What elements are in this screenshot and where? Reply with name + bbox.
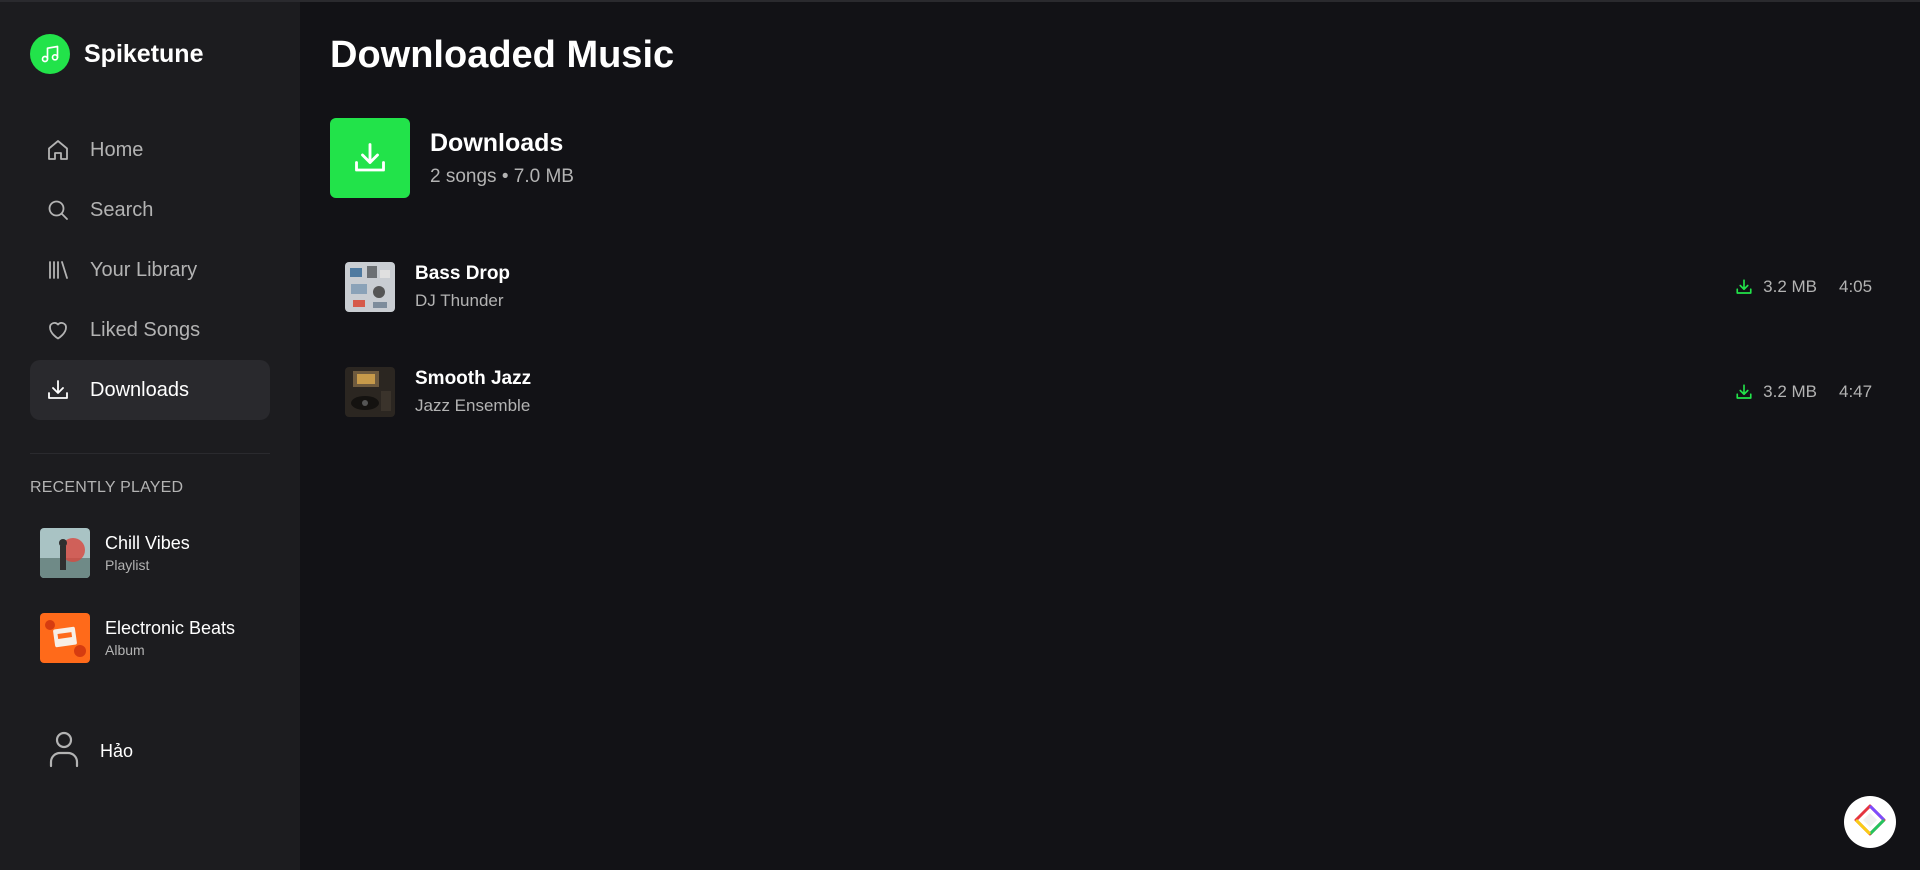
downloaded-icon <box>1735 383 1753 401</box>
sidebar-divider <box>30 453 270 454</box>
recently-played-list: Chill Vibes Playlist Electronic Beats Al… <box>40 528 270 698</box>
recent-item-chill-vibes[interactable]: Chill Vibes Playlist <box>40 528 270 578</box>
track-cover-image <box>345 366 395 417</box>
track-title: Bass Drop <box>415 262 511 284</box>
user-profile[interactable]: Hảo <box>48 730 133 773</box>
home-icon <box>46 138 70 162</box>
brand-name: Spiketune <box>84 39 204 68</box>
search-icon <box>46 198 70 222</box>
track-row-bass-drop[interactable]: Bass Drop DJ Thunder 3.2 MB 4:05 <box>330 234 1890 339</box>
downloaded-icon <box>1735 278 1753 296</box>
sidebar-item-liked-songs[interactable]: Liked Songs <box>30 300 270 360</box>
sidebar-item-label: Search <box>90 198 154 221</box>
sidebar-item-library[interactable]: Your Library <box>30 240 270 300</box>
recent-item-type: Playlist <box>105 557 150 573</box>
sidebar: Spiketune Home Search Your Library Liked… <box>0 2 300 870</box>
library-icon <box>46 258 70 282</box>
collection-title: Downloads <box>430 128 564 157</box>
downloads-header: Downloads 2 songs • 7.0 MB <box>330 118 574 198</box>
track-list: Bass Drop DJ Thunder 3.2 MB 4:05 Smooth … <box>330 234 1890 444</box>
diamond-logo-icon <box>1854 804 1886 841</box>
track-row-smooth-jazz[interactable]: Smooth Jazz Jazz Ensemble 3.2 MB 4:47 <box>330 339 1890 444</box>
recently-played-heading: RECENTLY PLAYED <box>30 479 184 496</box>
user-name: Hảo <box>100 741 134 761</box>
recent-item-title: Chill Vibes <box>105 533 190 553</box>
page-title: Downloaded Music <box>330 34 675 76</box>
sidebar-item-label: Your Library <box>90 258 198 281</box>
playlist-cover-image <box>40 528 90 578</box>
sidebar-item-downloads[interactable]: Downloads <box>30 360 270 420</box>
recent-item-electronic-beats[interactable]: Electronic Beats Album <box>40 613 270 663</box>
track-size: 3.2 MB <box>1763 276 1817 296</box>
recent-item-title: Electronic Beats <box>105 618 236 638</box>
track-duration: 4:05 <box>1839 276 1873 296</box>
heart-icon <box>46 318 70 342</box>
sidebar-nav: Home Search Your Library Liked Songs Dow… <box>30 120 270 420</box>
download-icon <box>330 118 410 198</box>
track-title: Smooth Jazz <box>415 367 532 389</box>
track-artist: Jazz Ensemble <box>415 395 531 415</box>
sidebar-item-search[interactable]: Search <box>30 180 270 240</box>
floating-action-button[interactable] <box>1844 796 1896 848</box>
track-size: 3.2 MB <box>1763 381 1817 401</box>
track-duration: 4:47 <box>1839 381 1873 401</box>
recent-item-type: Album <box>105 642 145 658</box>
sidebar-item-home[interactable]: Home <box>30 120 270 180</box>
main-content: Downloaded Music Downloads 2 songs • 7.0… <box>300 2 1920 870</box>
download-icon <box>46 378 70 402</box>
brand[interactable]: Spiketune <box>30 34 203 74</box>
sidebar-item-label: Downloads <box>90 378 189 401</box>
sidebar-item-label: Liked Songs <box>90 318 201 341</box>
sidebar-item-label: Home <box>90 138 144 161</box>
album-cover-image <box>40 613 90 663</box>
track-artist: DJ Thunder <box>415 290 504 310</box>
collection-meta: 2 songs • 7.0 MB <box>430 165 574 187</box>
track-cover-image <box>345 261 395 312</box>
user-icon <box>48 730 80 773</box>
music-note-icon <box>30 34 70 74</box>
